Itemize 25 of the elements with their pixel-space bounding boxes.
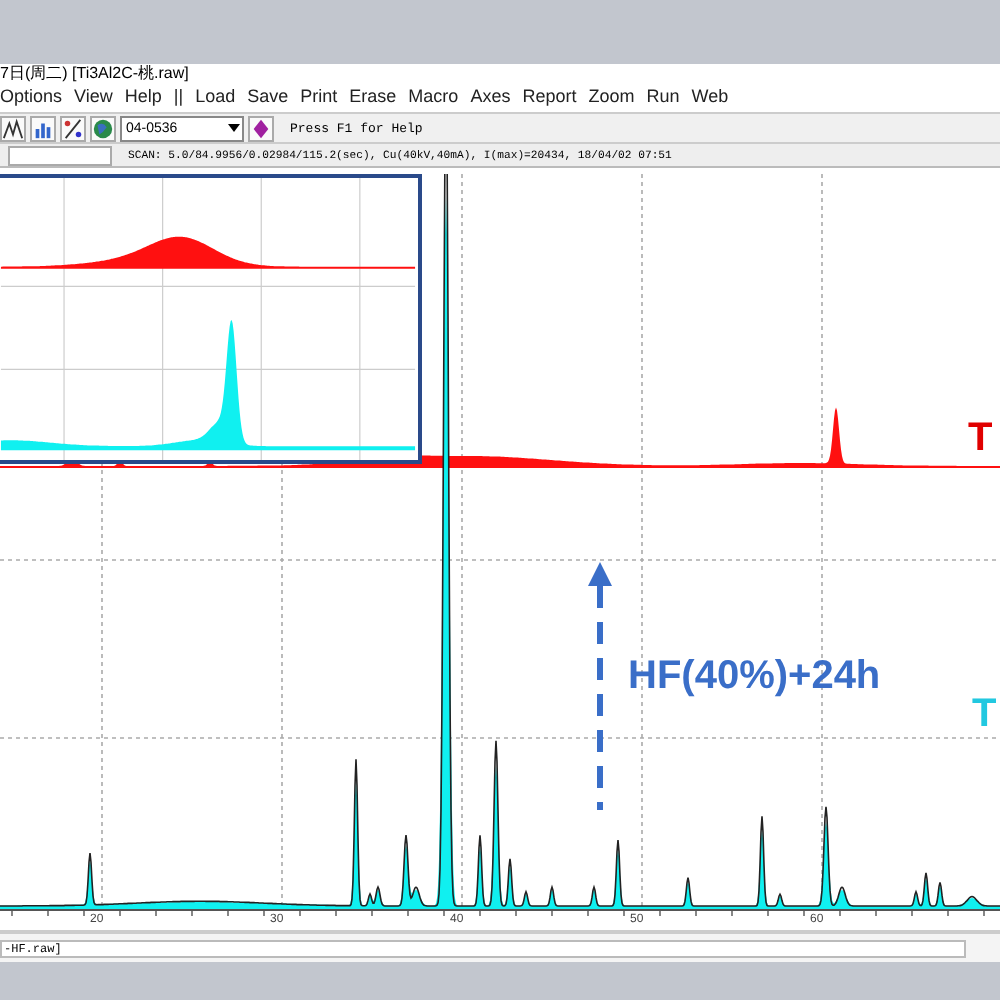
menu-item[interactable]: Report	[522, 84, 577, 108]
gem-icon[interactable]	[248, 115, 274, 141]
phase-label: T	[968, 418, 993, 458]
menu-item[interactable]: Options	[0, 84, 63, 108]
toolbar-percent-icon[interactable]	[60, 115, 86, 141]
window-title: 7日(周二) [Ti3Al2C-桃.raw]	[0, 64, 189, 82]
menu-item[interactable]: Macro	[408, 84, 459, 108]
toolbar-chart-icon[interactable]	[30, 115, 56, 141]
menu-item[interactable]: Zoom	[588, 84, 635, 108]
menu-item[interactable]: Help	[124, 84, 162, 108]
caret-icon[interactable]	[226, 120, 242, 136]
menu-item[interactable]: Save	[247, 84, 289, 108]
input-field[interactable]	[8, 145, 112, 165]
menu-item[interactable]: View	[74, 84, 113, 108]
menu-item[interactable]: Erase	[349, 84, 397, 108]
menu-item[interactable]: Web	[691, 84, 729, 108]
menu-item[interactable]: Print	[300, 84, 338, 108]
globe-icon[interactable]	[90, 115, 116, 141]
menu-item[interactable]: ||	[173, 84, 184, 108]
toolbar-peaks-icon[interactable]	[0, 115, 26, 141]
phase-label: T	[972, 694, 997, 734]
menu-item[interactable]: Axes	[470, 84, 511, 108]
menu-item[interactable]: Run	[646, 84, 680, 108]
menu-item[interactable]: Load	[195, 84, 236, 108]
treatment-annotation: HF(40%)+24h	[628, 654, 881, 700]
